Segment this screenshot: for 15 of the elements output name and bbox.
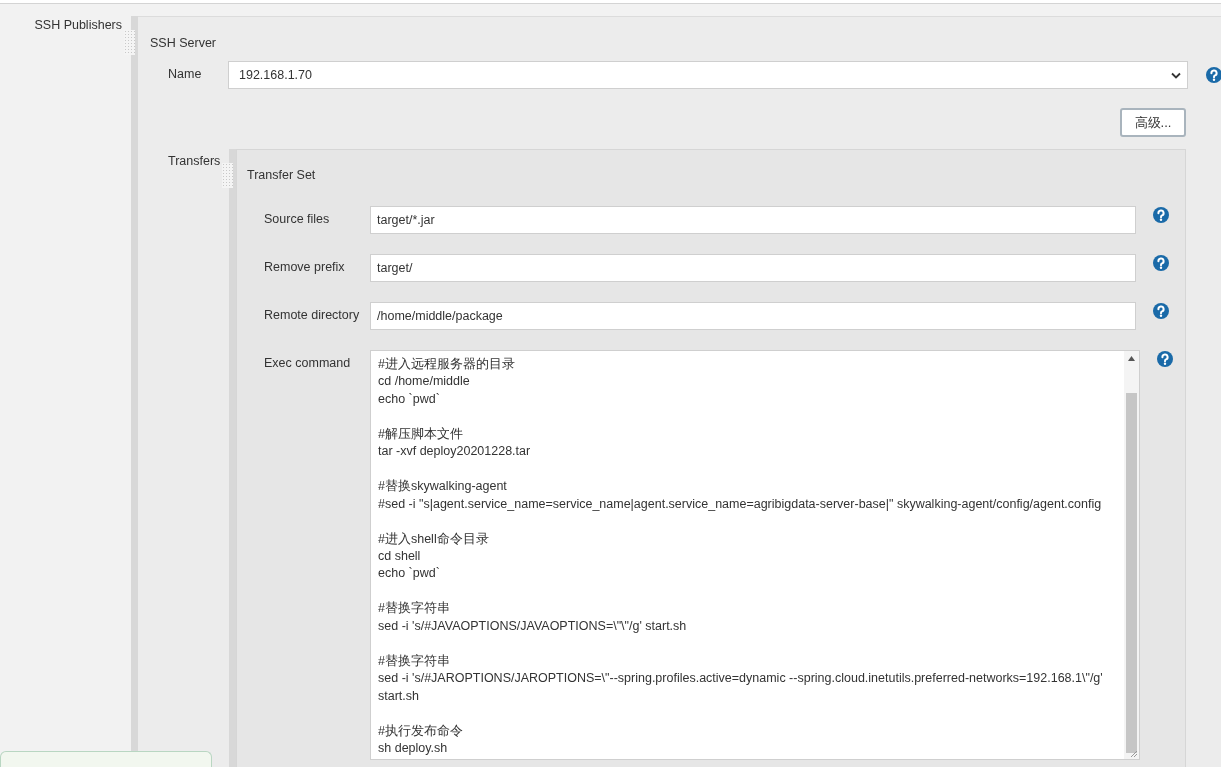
text-field[interactable]: /home/middle/package bbox=[370, 302, 1136, 330]
command-text: #进入远程服务器的目录 cd /home/middle echo `pwd` #解压脚本文件 tar -xvf deploy20201228.tar #替换skywalking-agent #sed -i "s|agent.service_name=service_name|agent.service_name=agribigdata-server-base|" skywalking-agent/config/agent.config #进入shell命令目录 cd shell echo `pwd` #替换字符串 sed -i 's/#JAVAOPTIONS/JAVAOPTIONS=\"\"/g' start.sh #替换字符串 sed -i 's/#JAROPTIONS/JAROPTIONS=\"--spring.profiles.active=dynamic --spring.cloud.inetutils.preferred-networks=192.168.1\"/g' start.sh #执行发布命令 sh deploy.sh bbox=[377, 356, 1104, 757]
field-label: Name bbox=[167, 66, 203, 81]
field-label: Remote directory bbox=[263, 307, 361, 322]
field-label: Exec command bbox=[263, 355, 352, 370]
advanced-button[interactable]: 高级... bbox=[1120, 108, 1186, 137]
field-label: Source files bbox=[263, 211, 331, 226]
section-label: SSH Publishers bbox=[33, 17, 123, 32]
section-title: SSH Server bbox=[150, 36, 216, 50]
text-field[interactable]: target/*.jar bbox=[370, 206, 1136, 234]
section-title: Transfer Set bbox=[247, 168, 316, 182]
field-label: Transfers bbox=[167, 153, 222, 168]
server-select[interactable]: 192.168.1.70 bbox=[228, 61, 1188, 89]
field-label: Remove prefix bbox=[263, 259, 346, 274]
text-field[interactable]: target/ bbox=[370, 254, 1136, 282]
